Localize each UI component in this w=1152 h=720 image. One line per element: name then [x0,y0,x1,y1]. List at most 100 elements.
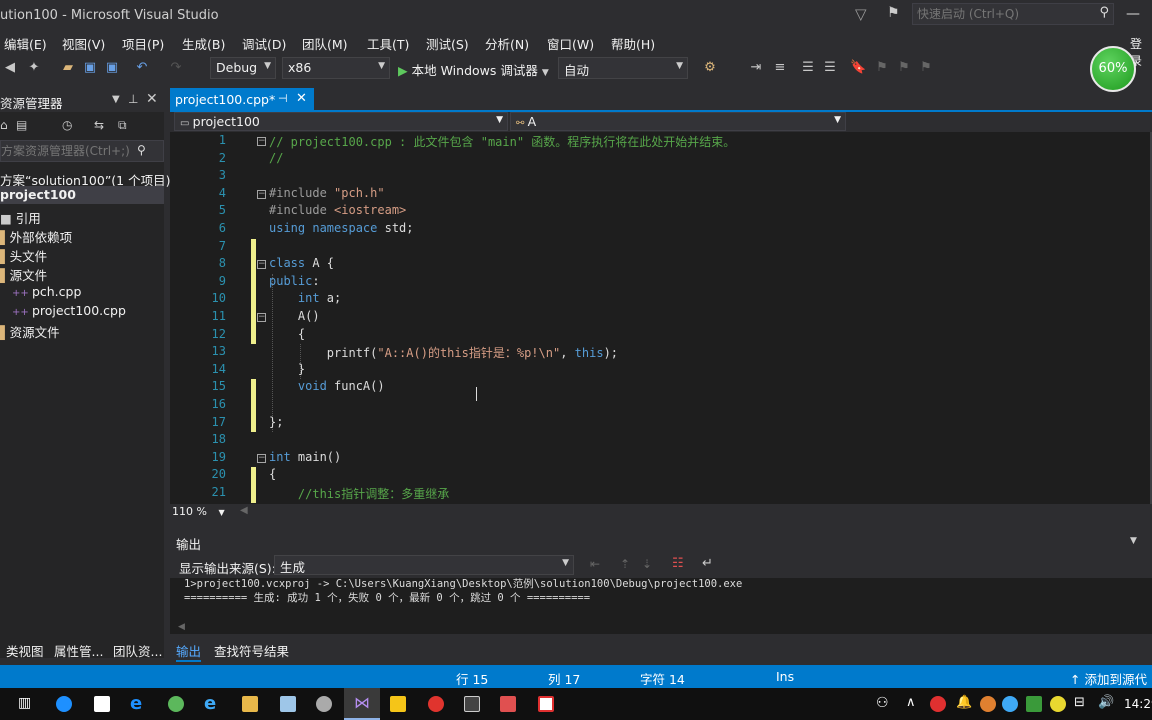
zoom-select[interactable]: 110 % ▼ [172,505,232,521]
tray-icon[interactable] [930,696,946,712]
close-icon[interactable]: ✕ [146,91,158,107]
solution-platform-select[interactable]: 自动 ▼ [558,57,688,79]
code-line[interactable]: public: [269,274,320,288]
app-icon[interactable] [316,696,332,712]
menu-window[interactable]: 窗口(W) [547,34,594,53]
code-line[interactable]: class A { [269,256,334,270]
tab-team-explorer[interactable]: 团队资... [113,641,162,660]
people-icon[interactable]: ⚇ [876,695,889,711]
menu-edit[interactable]: 编辑(E) [4,34,47,53]
word-wrap-icon[interactable]: ↵ [702,556,713,571]
code-line[interactable]: int a; [269,291,341,305]
fold-toggle-icon[interactable]: − [257,260,266,270]
fold-toggle-icon[interactable]: − [257,313,266,322]
fold-toggle-icon[interactable]: − [257,453,266,463]
code-line[interactable]: { [269,467,276,481]
tree-item-project-cpp[interactable]: ++ project100.cpp [12,303,126,318]
notepad-icon[interactable] [280,696,296,712]
home-icon[interactable]: ⌂ [0,118,8,132]
visual-studio-taskbar-button[interactable]: ⋈ [344,688,380,720]
scroll-left-icon[interactable]: ◀ [178,622,185,632]
tree-item-resources[interactable]: ▌资源文件 [0,322,60,341]
source-control-button[interactable]: ↑ 添加到源代 [1070,669,1147,688]
next-message-icon[interactable]: ⇣ [642,557,652,571]
scroll-left-icon[interactable]: ◀ [240,505,248,516]
app-icon[interactable] [428,696,444,712]
volume-icon[interactable]: 🔊 [1098,695,1114,710]
menu-test[interactable]: 测试(S) [426,34,469,53]
configuration-select[interactable]: Debug ▼ [210,57,276,79]
prev-bookmark-icon[interactable]: ⚑ [874,60,890,76]
output-text[interactable]: 1>project100.vcxproj -> C:\Users\KuangXi… [170,578,1152,634]
app-icon[interactable] [390,696,406,712]
ie-icon[interactable]: e [204,693,216,714]
undo-icon[interactable]: ↶ [134,60,150,76]
performance-gauge[interactable]: 60% [1090,46,1136,92]
tab-find-symbol[interactable]: 查找符号结果 [214,641,289,660]
switch-view-icon[interactable]: ▤ [16,118,27,132]
code-line[interactable]: #include "pch.h" [269,186,385,200]
sync-icon[interactable]: ⇆ [94,118,104,132]
start-debugging-button[interactable]: ▶ 本地 Windows 调试器 ▼ [398,57,554,79]
find-files-icon[interactable]: ⚙ [702,60,718,76]
tree-item-references[interactable]: ■ 引用 [0,208,41,227]
shield-icon[interactable] [1026,696,1042,712]
quick-launch-input[interactable] [917,6,1087,22]
menu-view[interactable]: 视图(V) [62,34,105,53]
open-folder-icon[interactable]: ▰ [60,60,76,76]
menu-tools[interactable]: 工具(T) [367,34,409,53]
tray-icon[interactable] [1002,696,1018,712]
collapse-icon[interactable]: ⧉ [118,118,127,133]
fold-toggle-icon[interactable]: − [257,189,266,199]
browser-icon[interactable] [168,696,184,712]
chevron-down-icon[interactable]: ▼ [1130,536,1137,546]
pin-icon[interactable]: ⊥ [128,92,138,106]
scope-nav-select[interactable]: ⚯ A ▼ [510,112,846,131]
uncomment-icon[interactable]: ☰ [822,60,838,76]
bookmark-icon[interactable]: 🔖 [850,60,866,76]
app-icon[interactable] [56,696,72,712]
clock[interactable]: 14:29 [1124,697,1152,711]
quick-launch[interactable]: ⚲ [912,3,1114,25]
menu-project[interactable]: 项目(P) [122,34,164,53]
tree-item-headers[interactable]: ▌头文件 [0,246,47,265]
project-nav-select[interactable]: ▭ project100 ▼ [174,112,508,131]
tab-class-view[interactable]: 类视图 [6,641,44,660]
tree-item-sources[interactable]: ▌源文件 [0,265,47,284]
clear-bookmark-icon[interactable]: ⚑ [918,60,934,76]
save-all-icon[interactable]: ▣ [104,60,120,76]
code-line[interactable]: // project100.cpp : 此文件包含 "main" 函数。程序执行… [269,133,735,150]
menu-analyze[interactable]: 分析(N) [485,34,529,53]
code-line[interactable]: int main() [269,450,341,464]
pin-icon[interactable]: ⊣ [278,92,288,105]
solution-search-input[interactable] [1,143,131,159]
menu-debug[interactable]: 调试(D) [242,34,286,53]
code-line[interactable]: //this指针调整：多重继承 [269,485,449,502]
menu-team[interactable]: 团队(M) [302,34,348,53]
code-line[interactable]: void funcA() [269,379,385,393]
code-editor[interactable]: − − − − − 1 // project100.cpp : 此文件包含 "main" 函… [170,132,1152,504]
chevron-up-icon[interactable]: ∧ [906,695,916,710]
tree-item-pch[interactable]: ++ pch.cpp [12,284,81,299]
task-view-icon[interactable]: ▥ [18,695,31,711]
code-line[interactable]: }; [269,415,283,429]
network-icon[interactable]: ⊟ [1074,695,1085,710]
code-line[interactable]: // [269,151,283,165]
history-icon[interactable]: ◷ [62,118,72,132]
tab-project100-cpp[interactable]: project100.cpp* ⊣ ✕ [170,88,314,111]
tab-properties[interactable]: 属性管... [54,641,103,660]
code-line[interactable]: A() [269,309,320,323]
solution-search[interactable]: ⚲ [0,140,164,162]
back-icon[interactable]: ◀ [2,60,18,76]
notification-bell-icon[interactable]: 🔔 [956,695,972,710]
clear-all-icon[interactable]: ☷ [672,556,684,571]
code-line[interactable]: printf("A::A()的this指针是：%p!\n", this); [269,344,618,361]
calculator-icon[interactable] [94,696,110,712]
comment-icon[interactable]: ☰ [800,60,816,76]
menu-build[interactable]: 生成(B) [182,34,225,53]
app-icon[interactable] [538,696,554,712]
feedback-icon[interactable]: ⚑ [887,5,900,21]
next-bookmark-icon[interactable]: ⚑ [896,60,912,76]
terminal-icon[interactable] [464,696,480,712]
dropdown-icon[interactable]: ▼ [112,94,120,105]
